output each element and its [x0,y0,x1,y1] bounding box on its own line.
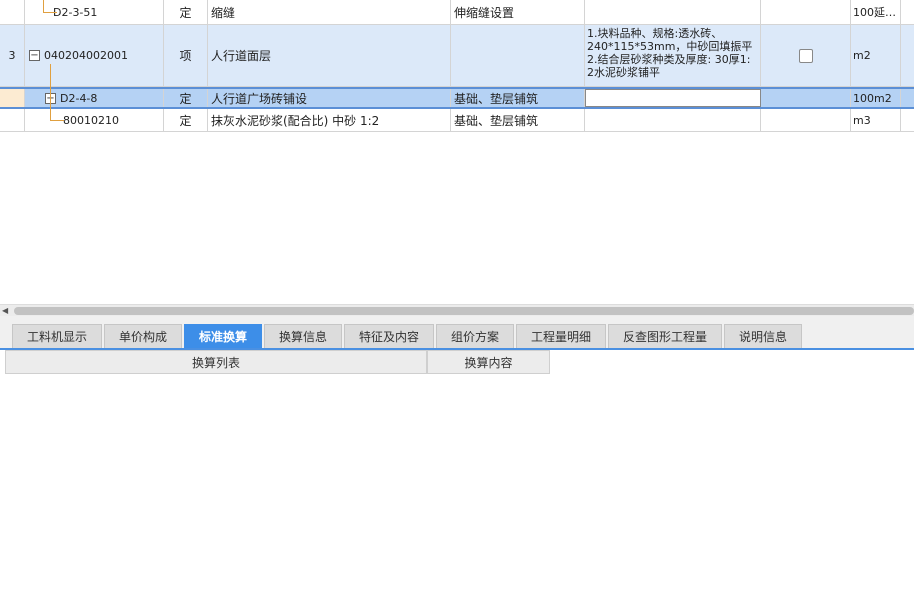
row-category[interactable]: 定 [164,0,208,24]
row-extra [901,0,914,24]
conversion-list-header[interactable]: 换算列表 [5,350,427,374]
conversion-panel: 换算列表 换算内容 [0,350,914,605]
scroll-left-icon[interactable]: ◀ [2,306,8,315]
tree-line [43,12,57,13]
tree-line [50,120,64,121]
row-code-cell[interactable]: − 040204002001 [25,25,164,86]
tree-line [50,64,51,120]
row-check-cell[interactable] [761,25,851,86]
row-feature[interactable] [585,0,761,24]
table-row[interactable]: 3 − 040204002001 项 人行道面层 1.块料品种、规格:透水砖、2… [0,25,914,87]
row-category[interactable]: 定 [164,109,208,131]
row-extra [901,109,914,131]
row-category[interactable]: 项 [164,25,208,86]
row-extra [901,25,914,86]
row-unit[interactable]: 100m2 [851,89,901,107]
row-feature[interactable]: 1.块料品种、规格:透水砖、240*115*53mm，中砂回填振平 2.结合层砂… [585,25,761,86]
row-check-cell[interactable] [761,89,851,107]
row-unit[interactable]: 100延… [851,0,901,24]
tab-unit-price[interactable]: 单价构成 [104,324,182,348]
row-name[interactable]: 缩缝 [208,0,451,24]
row-work-content[interactable]: 基础、垫层铺筑 [451,109,585,131]
row-index: 3 [0,25,25,86]
row-code: 80010210 [63,113,119,127]
tree-line [43,0,44,12]
row-index [0,109,25,131]
row-check-cell[interactable] [761,0,851,24]
row-feature-editor[interactable] [585,89,761,107]
row-code-cell[interactable]: 80010210 [25,109,164,131]
row-code: D2-4-8 [60,91,98,105]
row-name[interactable]: 人行道广场砖铺设 [208,89,451,107]
row-code-cell[interactable]: + D2-4-8 [25,89,164,107]
row-extra [901,89,914,107]
detail-tab-bar: 工料机显示 单价构成 标准换算 换算信息 特征及内容 组价方案 工程量明细 反查… [0,316,914,350]
tab-reverse-graphic-quantity[interactable]: 反查图形工程量 [608,324,722,348]
row-work-content[interactable]: 基础、垫层铺筑 [451,89,585,107]
collapse-icon[interactable]: − [29,50,40,61]
row-code: 040204002001 [44,49,128,62]
table-row-selected[interactable]: + D2-4-8 定 人行道广场砖铺设 基础、垫层铺筑 100m2 [0,87,914,109]
scrollbar-thumb[interactable] [14,307,914,315]
tab-standard-conversion[interactable]: 标准换算 [184,324,262,348]
checkbox[interactable] [798,48,813,63]
row-unit[interactable]: m2 [851,25,901,86]
row-category[interactable]: 定 [164,89,208,107]
row-check-cell[interactable] [761,109,851,131]
tab-quantity-detail[interactable]: 工程量明细 [516,324,606,348]
table-row[interactable]: D2-3-51 定 缩缝 伸缩缝设置 100延… [0,0,914,25]
tab-labor-material-machine[interactable]: 工料机显示 [12,324,102,348]
row-unit[interactable]: m3 [851,109,901,131]
row-feature[interactable] [585,109,761,131]
tab-description[interactable]: 说明信息 [724,324,802,348]
conversion-content-header[interactable]: 换算内容 [427,350,550,374]
row-code: D2-3-51 [53,5,98,19]
row-work-content[interactable]: 伸缩缝设置 [451,0,585,24]
quota-grid: D2-3-51 定 缩缝 伸缩缝设置 100延… 3 − 04020400200… [0,0,914,304]
tab-conversion-info[interactable]: 换算信息 [264,324,342,348]
tab-pricing-plan[interactable]: 组价方案 [436,324,514,348]
row-name[interactable]: 抹灰水泥砂浆(配合比) 中砂 1:2 [208,109,451,131]
row-index [0,89,25,107]
horizontal-scrollbar[interactable]: ◀ [0,304,914,316]
tab-features-content[interactable]: 特征及内容 [344,324,434,348]
table-row[interactable]: 80010210 定 抹灰水泥砂浆(配合比) 中砂 1:2 基础、垫层铺筑 m3 [0,109,914,132]
row-work-content[interactable] [451,25,585,86]
row-index [0,0,25,24]
row-name[interactable]: 人行道面层 [208,25,451,86]
